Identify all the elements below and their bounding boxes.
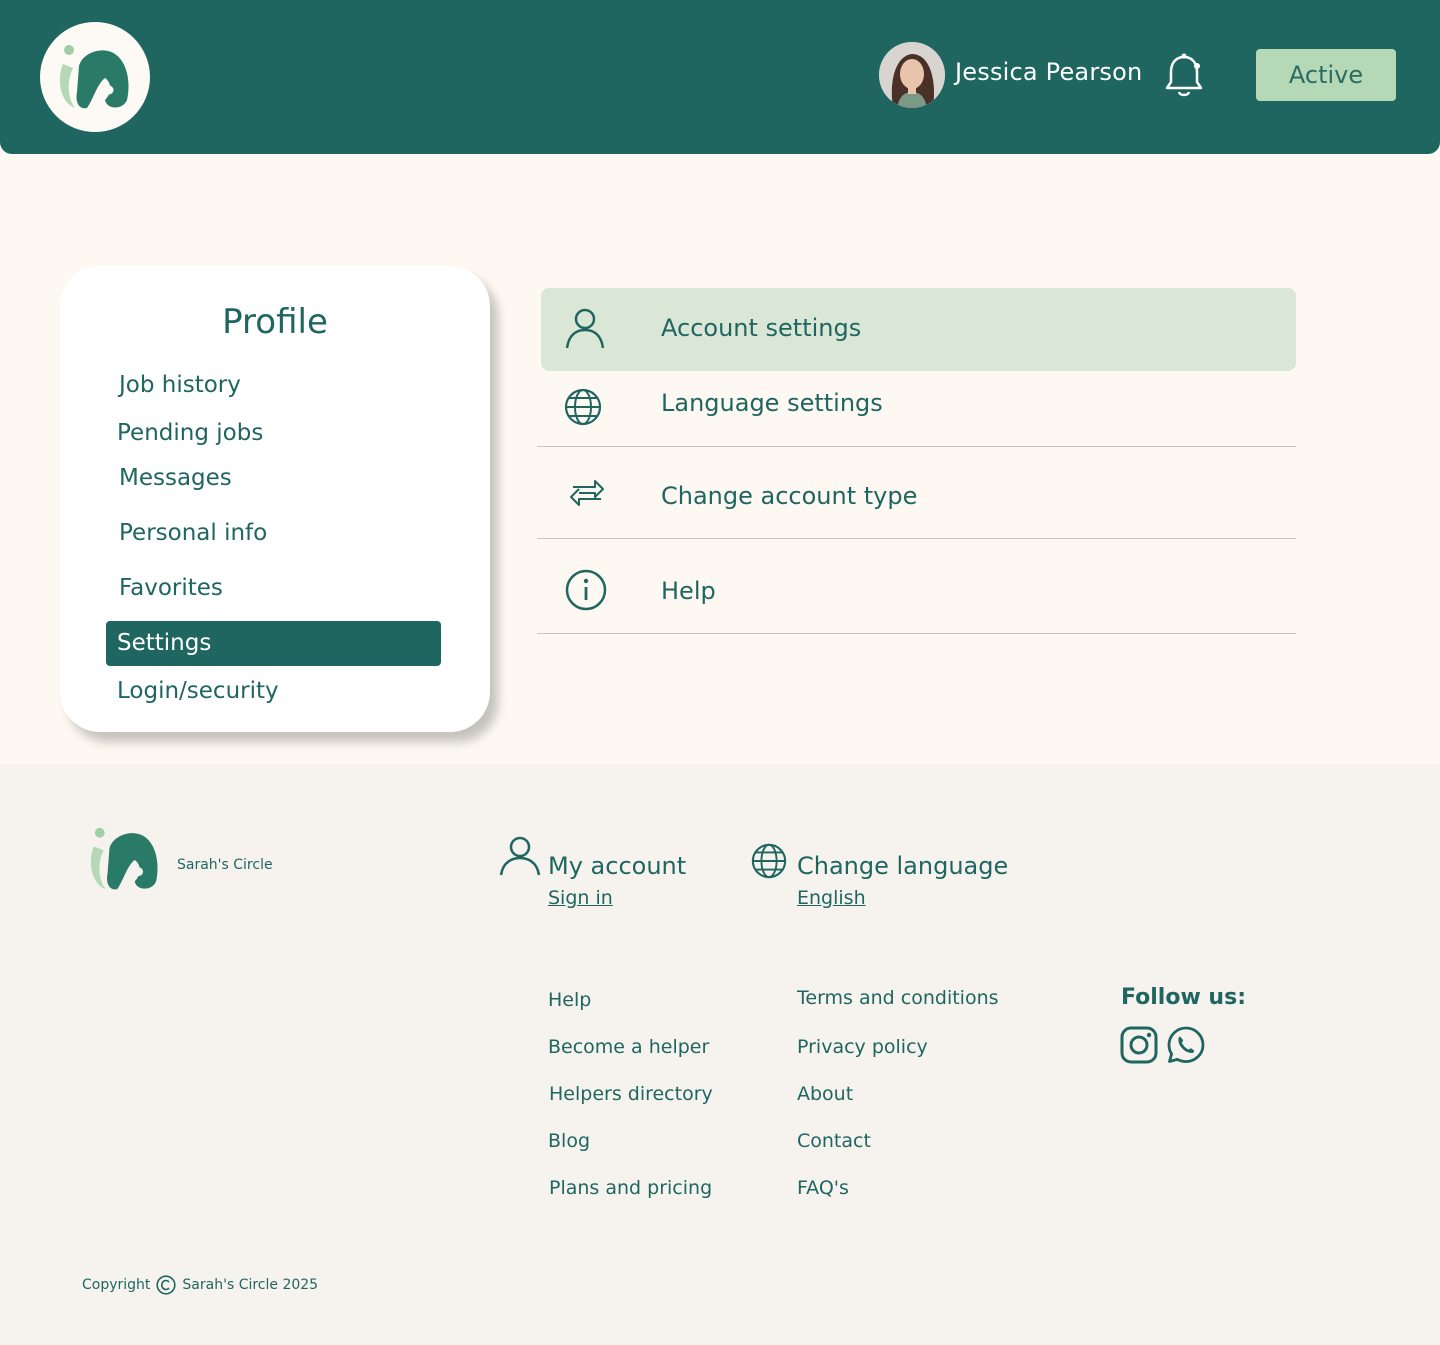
profile-item-pending-jobs[interactable]: Pending jobs [117,420,263,446]
copyright: Copyright Sarah's Circle 2025 [82,1275,318,1295]
footer-link-helpers-directory[interactable]: Helpers directory [549,1083,713,1105]
top-header: Jessica Pearson Active [0,0,1440,154]
profile-item-favorites[interactable]: Favorites [119,575,223,601]
profile-item-personal-info[interactable]: Personal info [119,520,267,546]
footer-link-plans-pricing[interactable]: Plans and pricing [549,1177,712,1199]
whatsapp-icon[interactable] [1167,1026,1205,1064]
footer-link-help[interactable]: Help [548,989,591,1011]
sign-in-link[interactable]: Sign in [548,887,613,909]
footer-link-become-helper[interactable]: Become a helper [548,1036,709,1058]
globe-icon [564,388,602,426]
globe-icon [751,843,787,879]
footer-link-blog[interactable]: Blog [548,1130,590,1152]
settings-row-help[interactable]: Help [537,539,1296,634]
footer-link-about[interactable]: About [797,1083,853,1105]
footer-link-terms[interactable]: Terms and conditions [797,987,999,1009]
copyright-text: Sarah's Circle 2025 [182,1277,319,1293]
settings-row-account[interactable]: Account settings [541,288,1296,371]
my-account-heading: My account [548,852,687,880]
user-icon [565,308,605,349]
settings-label-language: Language settings [661,389,883,417]
footer-brand-name: Sarah's Circle [177,857,273,873]
footer-link-faqs[interactable]: FAQ's [797,1177,849,1199]
settings-label-account-type: Change account type [661,482,918,510]
instagram-icon[interactable] [1120,1026,1158,1064]
settings-row-account-type[interactable]: Change account type [537,447,1296,539]
profile-menu-card: Profile Job history Pending jobs Message… [60,266,490,732]
user-icon [499,836,541,876]
status-button[interactable]: Active [1256,49,1396,101]
info-icon [565,569,607,611]
language-english-link[interactable]: English [797,887,866,909]
settings-label-account: Account settings [661,314,862,342]
footer-link-privacy[interactable]: Privacy policy [797,1036,928,1058]
bell-icon[interactable] [1164,52,1204,98]
profile-item-messages[interactable]: Messages [119,465,232,491]
user-name[interactable]: Jessica Pearson [955,58,1142,86]
logo-mark-icon [59,45,129,109]
profile-title: Profile [222,302,328,342]
settings-label-help: Help [661,577,716,605]
follow-us-heading: Follow us: [1121,985,1246,1010]
copyright-prefix: Copyright [82,1277,151,1293]
avatar[interactable] [879,42,945,108]
footer-link-contact[interactable]: Contact [797,1130,871,1152]
swap-arrows-icon [570,480,604,506]
footer: Sarah's Circle My account Sign in Change… [0,764,1440,1345]
settings-row-language[interactable]: Language settings [537,371,1296,447]
profile-item-login-security[interactable]: Login/security [117,678,279,704]
profile-item-settings[interactable]: Settings [106,621,441,666]
copyright-icon [156,1275,177,1295]
logo[interactable] [40,22,150,132]
profile-item-job-history[interactable]: Job history [119,372,241,398]
footer-logo-icon[interactable] [88,825,162,893]
change-language-heading: Change language [797,852,1009,880]
user-photo-icon [879,42,945,108]
